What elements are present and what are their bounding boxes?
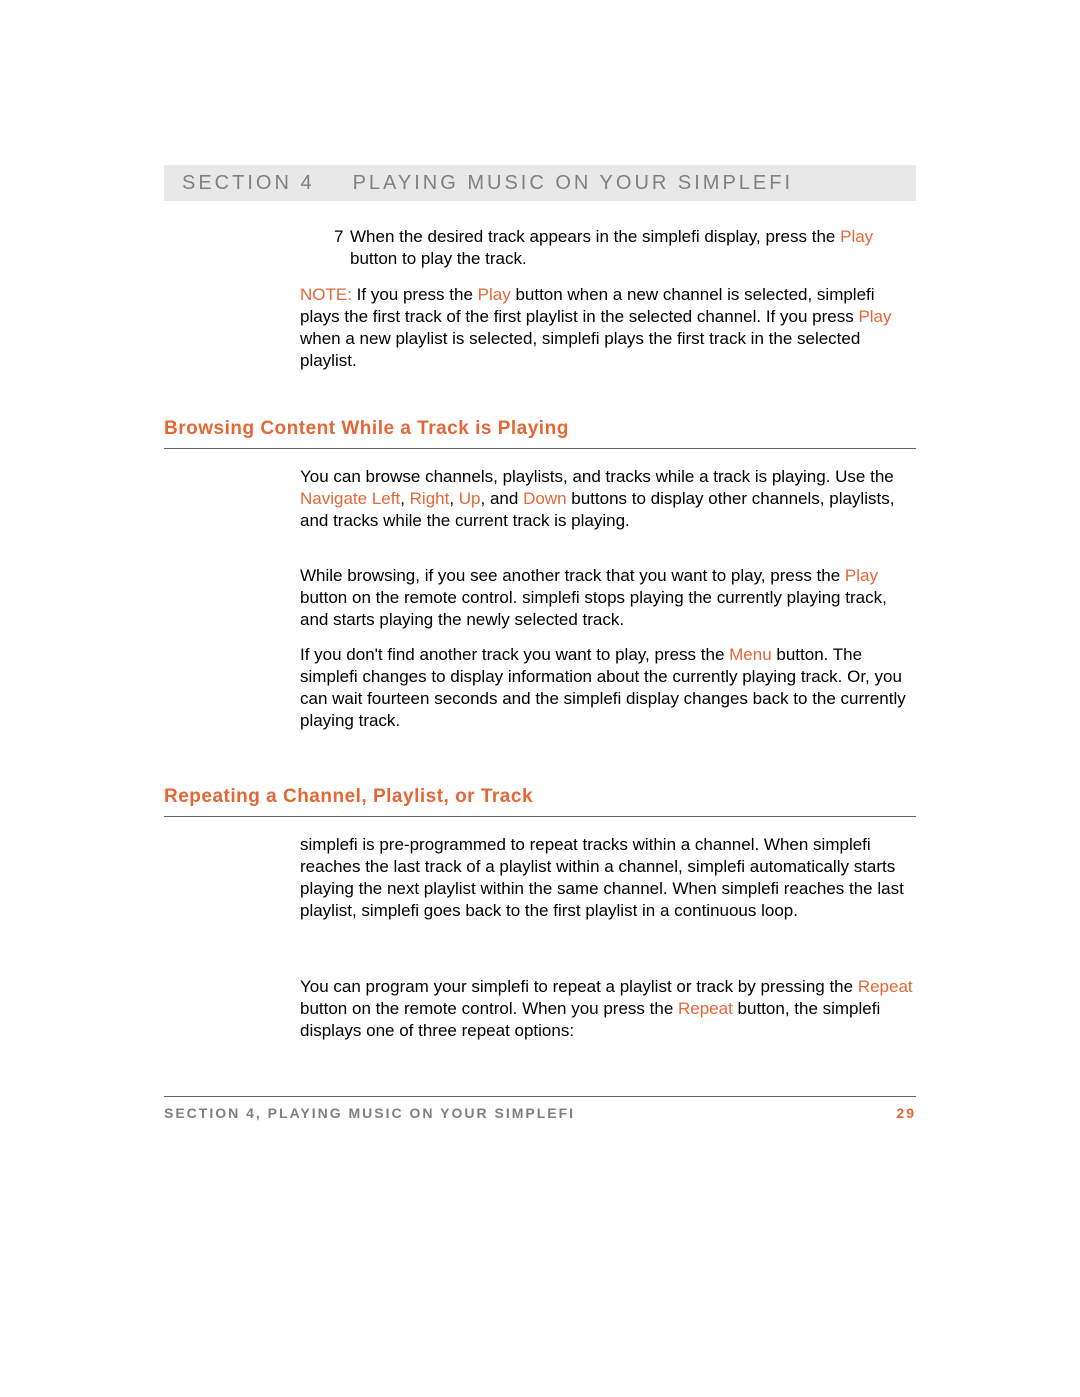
- play-label: Play: [845, 566, 878, 585]
- note-label: NOTE:: [300, 285, 352, 304]
- paragraph: While browsing, if you see another track…: [300, 565, 915, 631]
- menu-label: Menu: [729, 645, 772, 664]
- navigate-left-label: Navigate Left: [300, 489, 400, 508]
- text: While browsing, if you see another track…: [300, 566, 845, 585]
- text: You can browse channels, playlists, and …: [300, 467, 894, 486]
- paragraph: If you don't find another track you want…: [300, 644, 915, 732]
- text: button on the remote control. When you p…: [300, 999, 678, 1018]
- text: ,: [400, 489, 409, 508]
- play-label: Play: [478, 285, 511, 304]
- footer-section-label: SECTION 4, PLAYING MUSIC ON YOUR SIMPLEF…: [164, 1105, 575, 1121]
- text: If you press the: [352, 285, 478, 304]
- right-label: Right: [410, 489, 450, 508]
- repeat-label: Repeat: [858, 977, 913, 996]
- text: when a new playlist is selected, simplef…: [300, 329, 860, 370]
- header-title: PLAYING MUSIC ON YOUR SIMPLEFI: [315, 172, 793, 195]
- paragraph: simplefi is pre-programmed to repeat tra…: [300, 834, 915, 922]
- document-page: SECTION 4 PLAYING MUSIC ON YOUR SIMPLEFI…: [0, 0, 1080, 1397]
- play-label: Play: [858, 307, 891, 326]
- text: button on the remote control. simplefi s…: [300, 588, 887, 629]
- text: button to play the track.: [350, 249, 527, 268]
- text: You can program your simplefi to repeat …: [300, 977, 858, 996]
- text: , and: [481, 489, 524, 508]
- text: If you don't find another track you want…: [300, 645, 729, 664]
- paragraph: You can browse channels, playlists, and …: [300, 466, 915, 532]
- repeat-label: Repeat: [678, 999, 733, 1018]
- note-paragraph: NOTE: If you press the Play button when …: [300, 284, 915, 372]
- section-heading-browsing: Browsing Content While a Track is Playin…: [164, 418, 916, 449]
- page-header: SECTION 4 PLAYING MUSIC ON YOUR SIMPLEFI: [164, 165, 916, 201]
- text: ,: [449, 489, 458, 508]
- text: When the desired track appears in the si…: [350, 227, 840, 246]
- play-label: Play: [840, 227, 873, 246]
- paragraph: You can program your simplefi to repeat …: [300, 976, 915, 1042]
- footer-page-number: 29: [896, 1105, 916, 1121]
- step-body: When the desired track appears in the si…: [350, 226, 915, 270]
- up-label: Up: [459, 489, 481, 508]
- down-label: Down: [523, 489, 566, 508]
- header-section-label: SECTION 4: [164, 172, 315, 195]
- section-heading-repeating: Repeating a Channel, Playlist, or Track: [164, 786, 916, 817]
- page-footer: SECTION 4, PLAYING MUSIC ON YOUR SIMPLEF…: [164, 1096, 916, 1121]
- step-number: 7: [300, 226, 350, 270]
- step-7: 7 When the desired track appears in the …: [300, 226, 915, 270]
